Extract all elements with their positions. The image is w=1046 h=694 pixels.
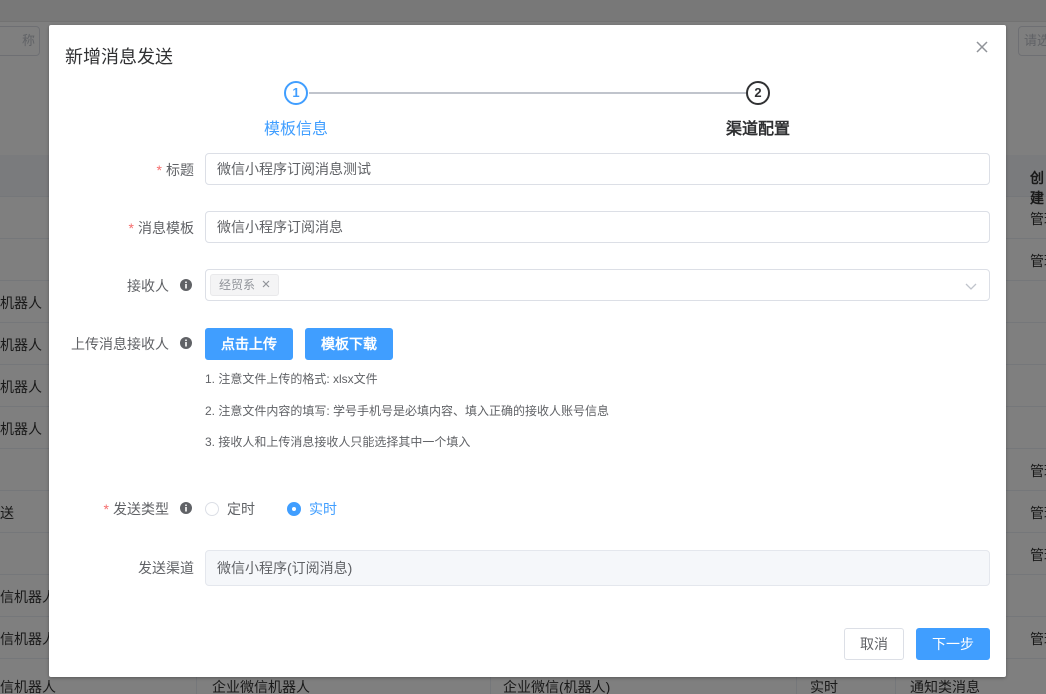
upload-note-2: 2. 注意文件内容的填写: 学号手机号是必填内容、填入正确的接收人账号信息 <box>205 404 610 418</box>
step-2-title: 渠道配置 <box>726 121 791 138</box>
step-2-icon: 2 <box>746 81 770 105</box>
step-1-title: 模板信息 <box>264 121 329 138</box>
chevron-down-icon <box>965 283 977 290</box>
template-download-button[interactable]: 模板下载 <box>305 328 393 360</box>
info-icon <box>180 502 192 514</box>
receiver-select[interactable]: 经贸系 <box>205 269 990 301</box>
required-mark: * <box>156 162 162 178</box>
title-label: * 标题 <box>157 160 194 180</box>
next-step-button[interactable]: 下一步 <box>916 628 990 660</box>
template-label: * 消息模板 <box>129 218 194 238</box>
radio-realtime-label: 实时 <box>309 501 337 517</box>
radio-scheduled[interactable]: 定时 <box>205 499 255 517</box>
required-mark: * <box>103 501 109 517</box>
tag-close-icon[interactable] <box>260 278 272 290</box>
receiver-tag-label: 经贸系 <box>219 278 256 292</box>
add-message-dialog: 新增消息发送 1 2 模板信息 渠道配置 *标题 *消息模板 接收人 经贸系 上… <box>49 25 1006 677</box>
radio-scheduled-label: 定时 <box>227 501 255 517</box>
receiver-tag: 经贸系 <box>210 274 280 296</box>
step-connector <box>309 92 746 94</box>
required-mark: * <box>128 220 134 236</box>
upload-button[interactable]: 点击上传 <box>205 328 293 360</box>
channel-input <box>205 550 990 586</box>
radio-checked-icon[interactable] <box>287 502 301 516</box>
upload-note-1: 1. 注意文件上传的格式: xlsx文件 <box>205 372 378 386</box>
template-input[interactable] <box>205 211 990 243</box>
title-input[interactable] <box>205 153 990 185</box>
info-icon <box>180 337 192 349</box>
receiver-label: 接收人 <box>127 278 169 294</box>
info-icon <box>180 279 192 291</box>
send-type-label: * 发送类型 <box>104 499 169 519</box>
upload-label: 上传消息接收人 <box>71 336 169 352</box>
radio-realtime[interactable]: 实时 <box>287 499 337 517</box>
radio-circle-icon[interactable] <box>205 502 219 516</box>
title-label-text: 标题 <box>166 162 194 178</box>
close-icon[interactable] <box>973 38 991 56</box>
send-type-label-text: 发送类型 <box>113 501 169 517</box>
step-1-icon: 1 <box>284 81 308 105</box>
channel-label: 发送渠道 <box>138 560 194 576</box>
cancel-button[interactable]: 取消 <box>844 628 904 660</box>
upload-note-3: 3. 接收人和上传消息接收人只能选择其中一个填入 <box>205 435 471 449</box>
dialog-title: 新增消息发送 <box>65 47 173 67</box>
template-label-text: 消息模板 <box>138 220 194 236</box>
